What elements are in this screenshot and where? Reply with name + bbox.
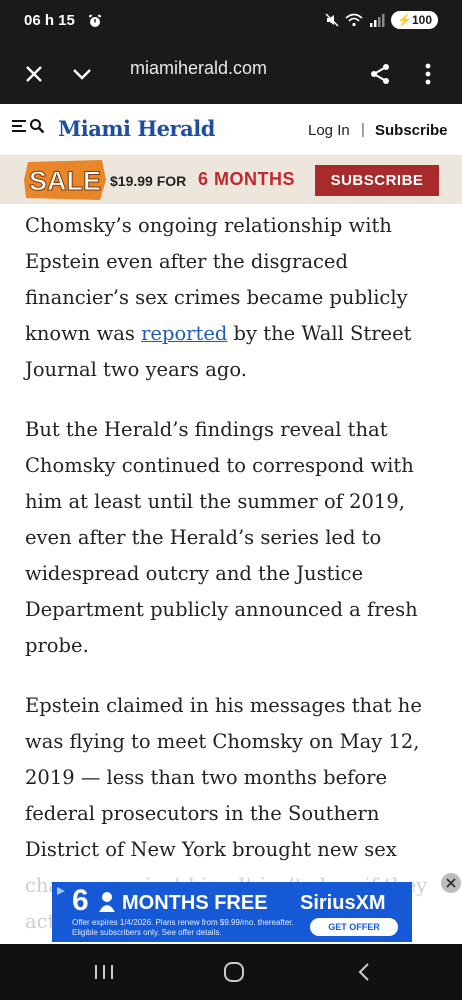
battery-level: 100 <box>411 13 432 27</box>
back-button[interactable] <box>344 958 384 986</box>
more-vertical-icon <box>425 63 431 85</box>
search-icon <box>30 119 45 134</box>
system-nav-bar <box>0 944 462 1000</box>
site-logo[interactable]: Miami Herald <box>58 116 215 141</box>
alarm-icon <box>88 14 102 27</box>
promo-subscribe-button[interactable]: SUBSCRIBE <box>315 165 439 196</box>
share-icon <box>371 64 389 84</box>
ad-choices-icon <box>57 887 65 895</box>
ad-fine-print: Offer expires 1/4/2026. Plans renew from… <box>72 918 294 937</box>
ad-brand: SiriusXM <box>300 892 386 914</box>
siriusxm-ad[interactable]: 6 MONTHS FREE SiriusXM Offer expires 1/4… <box>52 882 412 942</box>
home-button[interactable] <box>214 958 254 986</box>
menu-icon <box>12 120 26 132</box>
close-icon <box>446 878 456 888</box>
sale-text: SALE <box>29 166 101 196</box>
sale-badge: SALE <box>24 160 106 200</box>
login-link[interactable]: Log In <box>308 122 350 139</box>
status-bar: 06 h 15 ⚡100 <box>0 0 462 44</box>
promo-months: 6 MONTHS <box>198 169 296 189</box>
reported-link[interactable]: reported <box>141 322 227 345</box>
get-offer-button[interactable]: GET OFFER <box>310 918 398 936</box>
recent-apps-button[interactable] <box>84 958 124 986</box>
signal-icon <box>370 14 385 27</box>
subscribe-link[interactable]: Subscribe <box>375 122 448 139</box>
share-button[interactable] <box>362 56 398 92</box>
battery-indicator: ⚡100 <box>391 11 438 29</box>
recent-apps-icon <box>95 965 113 979</box>
article-paragraph: But the Herald’s findings reveal that Ch… <box>25 418 418 657</box>
status-indicators: ⚡100 <box>325 11 438 29</box>
home-icon <box>224 962 244 982</box>
close-icon <box>26 66 42 82</box>
promo-banner[interactable]: SALE $19.99 FOR 6 MONTHS SUBSCRIBE <box>0 156 462 204</box>
browser-toolbar: miamiherald.com <box>0 44 462 104</box>
status-time: 06 h 15 <box>24 12 75 29</box>
dog-logo-icon <box>99 892 115 912</box>
mute-icon <box>325 13 339 27</box>
back-icon <box>358 963 369 981</box>
ad-close-button[interactable] <box>441 873 461 893</box>
header-separator: | <box>361 121 365 138</box>
article-body: Chomsky’s ongoing relationship with Epst… <box>25 208 445 964</box>
promo-price: $19.99 FOR <box>110 173 187 189</box>
wifi-icon <box>345 13 363 27</box>
dropdown-button[interactable] <box>64 56 100 92</box>
menu-search-button[interactable] <box>12 118 45 134</box>
url-bar[interactable]: miamiherald.com <box>130 58 267 79</box>
article-paragraph: Chomsky’s ongoing relationship with Epst… <box>25 208 445 388</box>
chevron-down-icon <box>73 69 91 80</box>
ad-six: 6 <box>72 884 89 917</box>
more-options-button[interactable] <box>410 56 446 92</box>
site-header: Miami Herald Log In | Subscribe <box>0 104 462 156</box>
close-tab-button[interactable] <box>16 56 52 92</box>
ad-headline: MONTHS FREE <box>122 892 268 914</box>
